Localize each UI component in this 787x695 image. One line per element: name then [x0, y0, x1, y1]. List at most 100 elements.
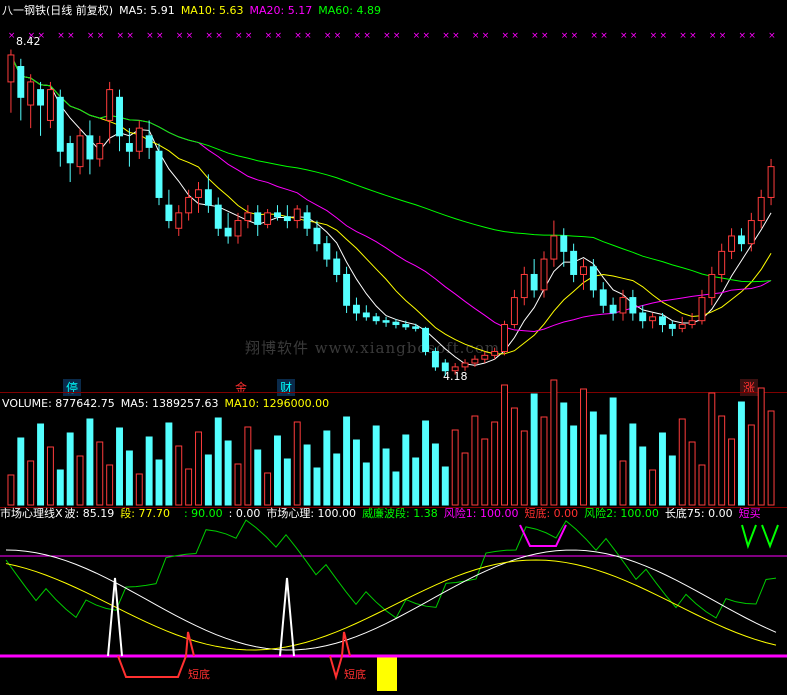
volume-bar	[441, 466, 449, 506]
bo-line	[5, 549, 777, 651]
candle-body	[471, 358, 479, 364]
candle-body	[678, 324, 686, 329]
candle-body	[7, 54, 15, 83]
volume-bar	[323, 430, 331, 506]
volume-bar	[580, 388, 587, 506]
volume-bar	[431, 443, 439, 506]
volume-bar	[135, 473, 143, 506]
volume-bar	[27, 460, 35, 506]
volume-bar	[382, 448, 390, 506]
volume-bar	[708, 392, 716, 506]
candle-body	[106, 89, 114, 121]
top-marker: ×	[413, 31, 421, 41]
volume-bar	[589, 411, 597, 506]
volume-bar	[422, 420, 430, 506]
top-marker: ×	[334, 31, 342, 41]
volume-bar	[570, 425, 578, 506]
volume-bar	[165, 422, 173, 506]
volume-bar	[550, 379, 558, 506]
candle-body	[668, 324, 676, 329]
candle-body	[293, 208, 301, 222]
volume-bar	[560, 402, 568, 506]
candle-body	[135, 127, 143, 152]
volume-bar	[767, 410, 775, 506]
candle-body	[422, 327, 430, 352]
volume-bar	[362, 462, 370, 506]
candle-body	[599, 289, 607, 306]
top-marker: ×	[571, 31, 579, 41]
top-marker: ×	[423, 31, 431, 41]
duan-line	[5, 559, 777, 651]
top-marker: ×	[630, 31, 638, 41]
volume-bar	[688, 441, 696, 506]
volume-bar	[678, 418, 686, 506]
candle-body	[570, 250, 578, 275]
top-marker: ×	[650, 31, 658, 41]
candle-body	[708, 273, 716, 299]
volume-bar	[204, 454, 212, 506]
candle-body	[441, 362, 449, 372]
candle-body	[195, 189, 202, 198]
top-marker: ×	[531, 31, 539, 41]
volume-bar	[372, 425, 380, 506]
volume-bar	[530, 393, 538, 506]
candle-body	[392, 321, 400, 326]
volume-bar	[668, 455, 676, 506]
top-marker: ×	[590, 31, 598, 41]
candle-body	[639, 312, 647, 322]
top-marker: ×	[719, 31, 727, 41]
volume-bar	[214, 417, 222, 506]
candle-body	[323, 243, 331, 260]
top-marker: ×	[304, 31, 312, 41]
candle-body	[747, 220, 755, 245]
volume-bar	[747, 424, 755, 506]
volume-bar	[96, 441, 104, 506]
candle-body	[688, 320, 696, 326]
candle-body	[718, 250, 726, 275]
volume-bar	[283, 458, 291, 506]
volume-bar	[244, 426, 252, 506]
volume-bar	[471, 415, 479, 506]
volume-bar	[17, 437, 25, 506]
volume-bar	[639, 446, 647, 506]
top-marker: ×	[620, 31, 628, 41]
top-marker: ×	[748, 31, 756, 41]
top-marker: ×	[117, 31, 125, 41]
candle-body	[402, 324, 410, 328]
top-marker: ×	[482, 31, 490, 41]
volume-bar	[520, 430, 528, 506]
volume-bar	[125, 450, 133, 506]
candle-body	[145, 135, 153, 148]
volume-bar	[352, 439, 360, 506]
ma10-line	[10, 54, 772, 355]
candle-body	[86, 135, 94, 160]
top-marker: ×	[600, 31, 608, 41]
chart-window: { "price_header": { "title": "八一钢铁(日线 前复…	[0, 0, 787, 695]
volume-bar	[698, 464, 706, 506]
volume-bar	[757, 387, 765, 506]
candle-body	[629, 297, 637, 314]
volume-bar	[303, 444, 311, 506]
volume-bar	[175, 445, 183, 506]
candle-body	[580, 266, 587, 275]
candle-body	[27, 81, 35, 106]
top-marker: ×	[126, 31, 134, 41]
volume-bar	[491, 421, 499, 506]
volume-bar	[619, 460, 627, 506]
volume-bar	[195, 431, 202, 506]
volume-bar	[609, 397, 617, 506]
volume-bar	[234, 463, 242, 506]
candle-body	[254, 212, 262, 225]
chart-canvas[interactable]: × × × × × × × × × × × × × × × × × × × × × × × × × × × × × × × × × × × × × × × ×…	[0, 0, 787, 695]
top-marker: ×	[28, 31, 36, 41]
spike-2	[279, 577, 295, 657]
top-marker: ×	[38, 31, 46, 41]
top-marker: ×	[679, 31, 687, 41]
top-marker: ×	[353, 31, 361, 41]
candle-body	[737, 235, 745, 245]
volume-bar	[76, 455, 84, 506]
volume-bar	[185, 468, 193, 506]
volume-bar	[254, 449, 262, 506]
volume-bar	[718, 415, 726, 506]
volume-bar	[66, 432, 74, 506]
